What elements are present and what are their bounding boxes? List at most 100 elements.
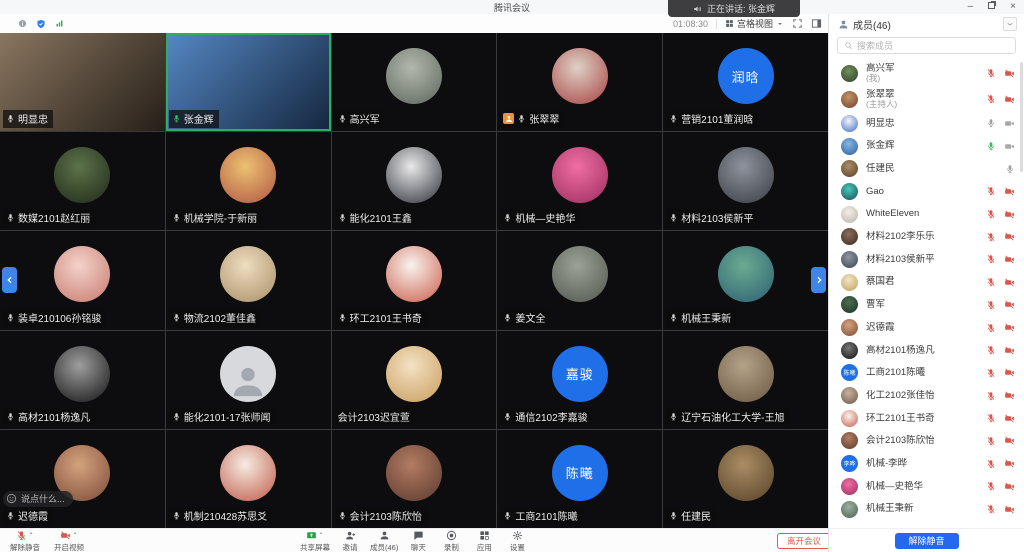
video-tile[interactable]: 辽宁石油化工大学-王旭 bbox=[663, 331, 828, 429]
caret-up-icon[interactable] bbox=[318, 530, 324, 536]
members-button[interactable]: 成员(46) bbox=[370, 529, 398, 552]
member-row[interactable]: 机械王秉新 bbox=[829, 498, 1024, 521]
invite-button[interactable]: 邀请 bbox=[337, 529, 363, 552]
video-tile[interactable]: 姜文全 bbox=[497, 231, 662, 329]
member-mic-icon[interactable] bbox=[986, 118, 996, 128]
member-mic-icon[interactable] bbox=[986, 232, 996, 242]
next-page-arrow[interactable] bbox=[811, 267, 826, 293]
close-button[interactable]: × bbox=[1010, 0, 1016, 14]
member-mic-icon[interactable] bbox=[986, 94, 996, 104]
member-row[interactable]: 会计2103陈欣怡 bbox=[829, 430, 1024, 453]
member-mic-icon[interactable] bbox=[986, 277, 996, 287]
member-row[interactable]: 环工2101王书奇 bbox=[829, 407, 1024, 430]
video-tile[interactable]: 机械—史艳华 bbox=[497, 132, 662, 230]
video-tile[interactable]: 高兴军 bbox=[332, 33, 497, 131]
video-tile[interactable]: 明显忠 bbox=[0, 33, 165, 131]
member-search-box[interactable] bbox=[837, 37, 1016, 54]
member-camera-icon[interactable] bbox=[1004, 390, 1015, 401]
member-row[interactable]: 曹军 bbox=[829, 294, 1024, 317]
member-camera-icon[interactable] bbox=[1004, 277, 1015, 288]
start-video-button[interactable]: 开启视频 bbox=[54, 529, 84, 552]
member-row[interactable]: 化工2102张佳怡 bbox=[829, 384, 1024, 407]
unmute-button[interactable]: 解除静音 bbox=[10, 529, 40, 552]
video-tile[interactable]: 数媒2101赵红丽 bbox=[0, 132, 165, 230]
member-row[interactable]: 张翠翠(主持人) bbox=[829, 86, 1024, 112]
member-camera-icon[interactable] bbox=[1004, 367, 1015, 378]
member-camera-icon[interactable] bbox=[1004, 254, 1015, 265]
video-tile[interactable]: 任建民 bbox=[663, 430, 828, 528]
unmute-all-button[interactable]: 解除静音 bbox=[895, 533, 959, 549]
member-mic-icon[interactable] bbox=[986, 436, 996, 446]
member-mic-icon[interactable] bbox=[986, 186, 996, 196]
video-tile[interactable]: 会计2103陈欣怡 bbox=[332, 430, 497, 528]
member-row[interactable]: 高材2101杨逸凡 bbox=[829, 339, 1024, 362]
scrollbar-thumb[interactable] bbox=[1020, 62, 1023, 172]
caret-up-icon[interactable] bbox=[28, 530, 34, 536]
video-tile[interactable]: 陈曦工商2101陈曦 bbox=[497, 430, 662, 528]
member-mic-icon[interactable] bbox=[986, 141, 996, 151]
member-mic-icon[interactable] bbox=[1005, 164, 1015, 174]
member-row[interactable]: 材料2103侯新平 bbox=[829, 248, 1024, 271]
security-shield-icon[interactable] bbox=[36, 19, 46, 29]
video-tile[interactable]: 高材2101杨逸凡 bbox=[0, 331, 165, 429]
video-tile[interactable]: 嘉骏通信2102李嘉骏 bbox=[497, 331, 662, 429]
member-camera-icon[interactable] bbox=[1004, 209, 1015, 220]
member-row[interactable]: 迟德霞 bbox=[829, 316, 1024, 339]
toggle-panel-button[interactable] bbox=[811, 18, 822, 29]
member-camera-icon[interactable] bbox=[1004, 435, 1015, 446]
member-camera-icon[interactable] bbox=[1004, 141, 1015, 152]
share-screen-button[interactable]: 共享屏幕 bbox=[300, 529, 330, 552]
video-tile[interactable]: 会计2103迟宜萱 bbox=[332, 331, 497, 429]
member-row[interactable]: 机械—史艳华 bbox=[829, 475, 1024, 498]
member-camera-icon[interactable] bbox=[1004, 345, 1015, 356]
quick-chat-bubble[interactable]: 说点什么... bbox=[3, 491, 73, 507]
member-row[interactable]: 任建民 bbox=[829, 157, 1024, 180]
network-signal-icon[interactable] bbox=[55, 19, 64, 28]
member-camera-icon[interactable] bbox=[1004, 231, 1015, 242]
member-list[interactable]: 高兴军(我)张翠翠(主持人)明显忠张金辉任建民GaoWhiteEleven材料2… bbox=[829, 60, 1024, 528]
member-row[interactable]: 张金辉 bbox=[829, 135, 1024, 158]
member-mic-icon[interactable] bbox=[986, 459, 996, 469]
apps-button[interactable]: 应用 bbox=[471, 529, 497, 552]
member-camera-icon[interactable] bbox=[1004, 504, 1015, 515]
video-tile[interactable]: 能化2101王鑫 bbox=[332, 132, 497, 230]
video-tile[interactable]: 润晗营销2101董润晗 bbox=[663, 33, 828, 131]
video-tile[interactable]: 机械学院-于新丽 bbox=[166, 132, 331, 230]
member-row[interactable]: 李晔机械-李晔 bbox=[829, 452, 1024, 475]
video-tile[interactable]: 机械王秉新 bbox=[663, 231, 828, 329]
member-camera-icon[interactable] bbox=[1004, 413, 1015, 424]
video-tile[interactable]: 材料2103侯新平 bbox=[663, 132, 828, 230]
member-mic-icon[interactable] bbox=[986, 323, 996, 333]
view-mode-selector[interactable]: 宫格视图 bbox=[725, 17, 784, 30]
restore-button[interactable] bbox=[988, 0, 995, 14]
member-mic-icon[interactable] bbox=[986, 254, 996, 264]
member-mic-icon[interactable] bbox=[986, 391, 996, 401]
member-mic-icon[interactable] bbox=[986, 368, 996, 378]
chat-button[interactable]: 聊天 bbox=[405, 529, 431, 552]
video-tile[interactable]: 张翠翠 bbox=[497, 33, 662, 131]
member-row[interactable]: 陈曦工商2101陈曦 bbox=[829, 362, 1024, 385]
video-tile[interactable]: 机制210428苏思爻 bbox=[166, 430, 331, 528]
member-mic-icon[interactable] bbox=[986, 209, 996, 219]
prev-page-arrow[interactable] bbox=[2, 267, 17, 293]
caret-up-icon[interactable] bbox=[72, 530, 78, 536]
member-row[interactable]: WhiteEleven bbox=[829, 203, 1024, 226]
member-mic-icon[interactable] bbox=[986, 504, 996, 514]
member-row[interactable]: 材料2102李乐乐 bbox=[829, 225, 1024, 248]
member-row[interactable]: 高兴军(我) bbox=[829, 60, 1024, 86]
video-tile[interactable]: 张金辉 bbox=[166, 33, 331, 131]
member-camera-icon[interactable] bbox=[1004, 186, 1015, 197]
member-mic-icon[interactable] bbox=[986, 413, 996, 423]
member-mic-icon[interactable] bbox=[986, 481, 996, 491]
record-button[interactable]: 录制 bbox=[438, 529, 464, 552]
member-camera-icon[interactable] bbox=[1004, 94, 1015, 105]
member-search-input[interactable] bbox=[857, 41, 1009, 51]
member-row[interactable]: 蔡国君 bbox=[829, 271, 1024, 294]
minimize-button[interactable]: – bbox=[968, 0, 974, 14]
member-mic-icon[interactable] bbox=[986, 300, 996, 310]
member-camera-icon[interactable] bbox=[1004, 481, 1015, 492]
member-row[interactable]: Gao bbox=[829, 180, 1024, 203]
video-tile[interactable]: 能化2101-17张师闻 bbox=[166, 331, 331, 429]
collapse-panel-button[interactable] bbox=[1003, 17, 1017, 31]
video-tile[interactable]: 装卓210106孙铭骏 bbox=[0, 231, 165, 329]
